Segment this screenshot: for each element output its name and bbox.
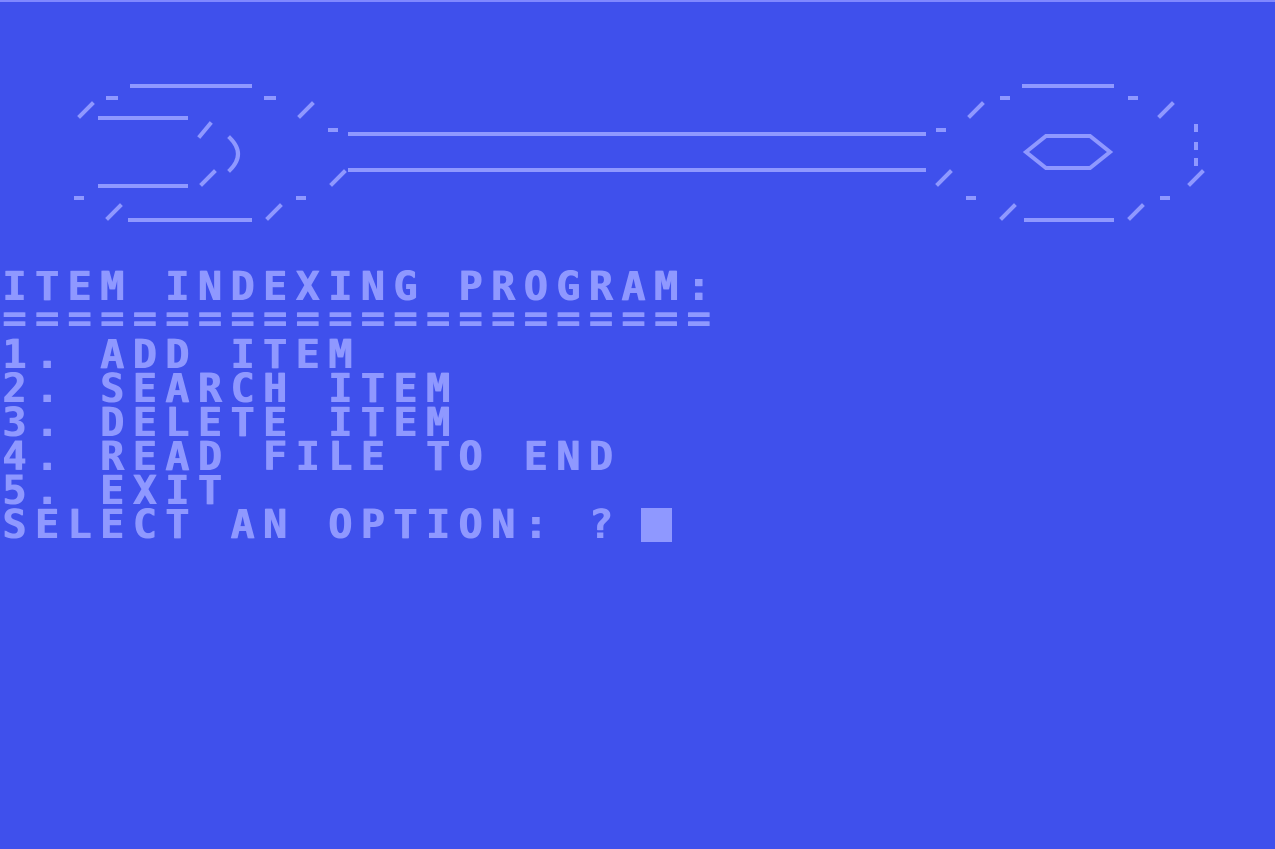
art-paren bbox=[227, 135, 240, 173]
text-cursor[interactable] bbox=[641, 508, 673, 542]
art-slash bbox=[199, 169, 217, 187]
art-slash bbox=[935, 169, 953, 187]
art-slash bbox=[197, 121, 213, 139]
art-slash bbox=[265, 203, 283, 221]
art-slash bbox=[105, 203, 123, 221]
c64-screen: ITEM INDEXING PROGRAM: =================… bbox=[0, 0, 1275, 849]
art-slash bbox=[1157, 101, 1175, 119]
input-prompt: SELECT AN OPTION: ? bbox=[2, 502, 622, 548]
art-slash bbox=[297, 101, 315, 119]
terminal-output: ITEM INDEXING PROGRAM: =================… bbox=[2, 267, 719, 548]
art-hex-nut bbox=[1022, 134, 1114, 170]
art-slash bbox=[1127, 203, 1145, 221]
input-prompt-row[interactable]: SELECT AN OPTION: ? bbox=[2, 502, 719, 548]
art-slash bbox=[329, 169, 347, 187]
art-slash bbox=[77, 101, 95, 119]
art-slash bbox=[999, 203, 1017, 221]
wrench-ascii-art bbox=[74, 84, 1205, 222]
art-slash bbox=[1187, 169, 1205, 187]
art-slash bbox=[967, 101, 985, 119]
